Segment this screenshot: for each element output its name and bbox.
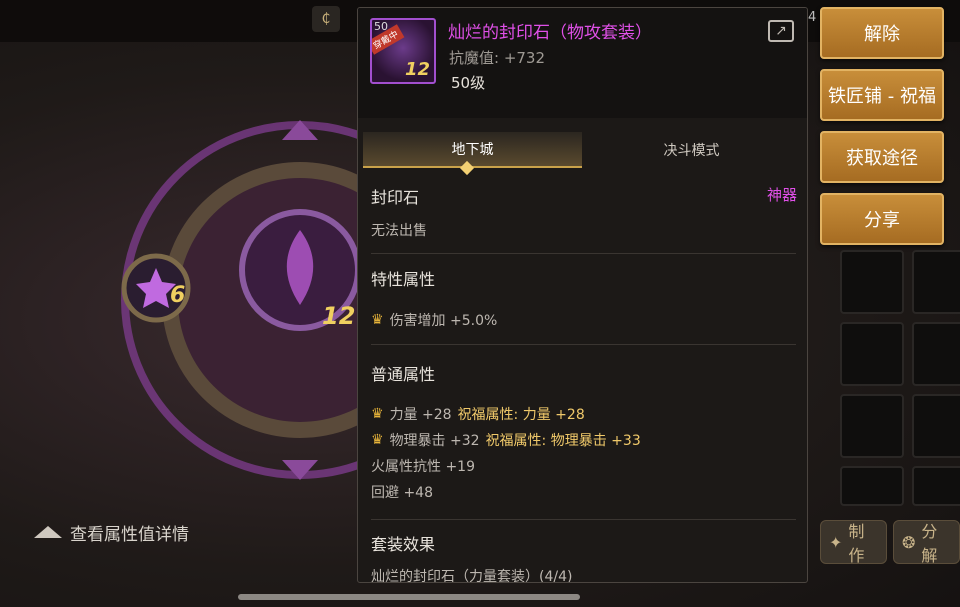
special-attr-title: 特性属性 bbox=[371, 270, 436, 289]
unequip-button[interactable]: 解除 bbox=[820, 7, 944, 59]
disassemble-icon: ❂ bbox=[902, 532, 916, 552]
share-icon[interactable]: ↗ bbox=[768, 20, 794, 42]
obtain-route-button[interactable]: 获取途径 bbox=[820, 131, 944, 183]
normal-stat-row: 回避 +48 bbox=[371, 482, 433, 502]
inventory-slot[interactable] bbox=[840, 394, 904, 458]
crown-icon: ♛ bbox=[371, 432, 384, 448]
bless-stat-text: 祝福属性: 力量 +28 bbox=[457, 407, 585, 423]
crown-icon: ♛ bbox=[371, 406, 384, 422]
normal-stat-text: 回避 +48 bbox=[371, 485, 433, 501]
inventory-slot[interactable] bbox=[912, 466, 960, 506]
item-level: 50级 bbox=[451, 74, 486, 92]
divider bbox=[371, 253, 796, 254]
inventory-slot[interactable] bbox=[912, 250, 960, 314]
divider bbox=[371, 344, 796, 345]
special-stat-text: 伤害增加 +5.0% bbox=[389, 313, 498, 329]
set-effect-title: 套装效果 bbox=[371, 535, 436, 554]
top-counter: 4 bbox=[808, 10, 817, 25]
rarity-label: 神器 bbox=[766, 186, 797, 204]
normal-stat-text: 力量 +28 bbox=[389, 407, 452, 423]
craft-icon: ✦ bbox=[829, 532, 843, 552]
scrollbar[interactable] bbox=[238, 594, 580, 600]
item-icon-plus: 12 bbox=[404, 59, 430, 80]
crown-icon: ♛ bbox=[371, 312, 384, 328]
item-category: 封印石 bbox=[371, 188, 420, 207]
normal-attr-title: 普通属性 bbox=[371, 365, 436, 384]
divider bbox=[371, 519, 796, 520]
blacksmith-bless-button[interactable]: 铁匠铺 - 祝福 bbox=[820, 69, 944, 121]
attribute-detail-label: 查看属性值详情 bbox=[70, 524, 189, 545]
big-gem-plus: 12 bbox=[322, 302, 355, 330]
craft-label: 制作 bbox=[848, 522, 865, 565]
normal-stat-text: 物理暴击 +32 bbox=[389, 433, 480, 449]
disassemble-label: 分解 bbox=[921, 522, 938, 565]
currency-icon[interactable]: ₵ bbox=[312, 6, 340, 32]
craft-button[interactable]: ✦ 制作 bbox=[820, 520, 887, 565]
sell-status: 无法出售 bbox=[371, 223, 427, 239]
small-gem-plus: 6 bbox=[170, 283, 185, 308]
normal-stat-text: 火属性抗性 +19 bbox=[371, 459, 475, 475]
inventory-slot[interactable] bbox=[840, 250, 904, 314]
chevron-up-icon bbox=[34, 526, 62, 538]
inventory-slot[interactable] bbox=[912, 322, 960, 386]
bless-stat-text: 祝福属性: 物理暴击 +33 bbox=[485, 433, 641, 449]
bottom-actions: ✦ 制作 ❂ 分解 bbox=[820, 520, 960, 565]
normal-stat-row: 火属性抗性 +19 bbox=[371, 456, 475, 476]
share-button[interactable]: 分享 bbox=[820, 193, 944, 245]
mode-tabs: 地下城 决斗模式 bbox=[363, 132, 801, 168]
inventory-slot[interactable] bbox=[840, 322, 904, 386]
item-tooltip-panel: 50 穿戴中 12 灿烂的封印石（物攻套装） 抗魔值: +732 50级 ↗ 地… bbox=[357, 7, 808, 583]
normal-stat-row: ♛ 力量 +28 祝福属性: 力量 +28 bbox=[371, 404, 585, 424]
item-icon: 50 穿戴中 12 bbox=[370, 18, 436, 84]
normal-stat-row: ♛ 物理暴击 +32 祝福属性: 物理暴击 +33 bbox=[371, 430, 641, 450]
item-name: 灿烂的封印石（物攻套装） bbox=[448, 23, 652, 43]
set-effect-line: 灿烂的封印石（力量套装）(4/4) bbox=[371, 569, 573, 583]
resist-value: 抗魔值: +732 bbox=[449, 49, 546, 67]
special-stat-row: ♛ 伤害增加 +5.0% bbox=[371, 310, 497, 330]
disassemble-button[interactable]: ❂ 分解 bbox=[893, 520, 960, 565]
attribute-detail-toggle[interactable]: 查看属性值详情 bbox=[34, 519, 189, 545]
tab-duel-mode[interactable]: 决斗模式 bbox=[582, 132, 801, 168]
inventory-slot[interactable] bbox=[840, 466, 904, 506]
tab-dungeon[interactable]: 地下城 bbox=[363, 132, 582, 168]
inventory-slot[interactable] bbox=[912, 394, 960, 458]
